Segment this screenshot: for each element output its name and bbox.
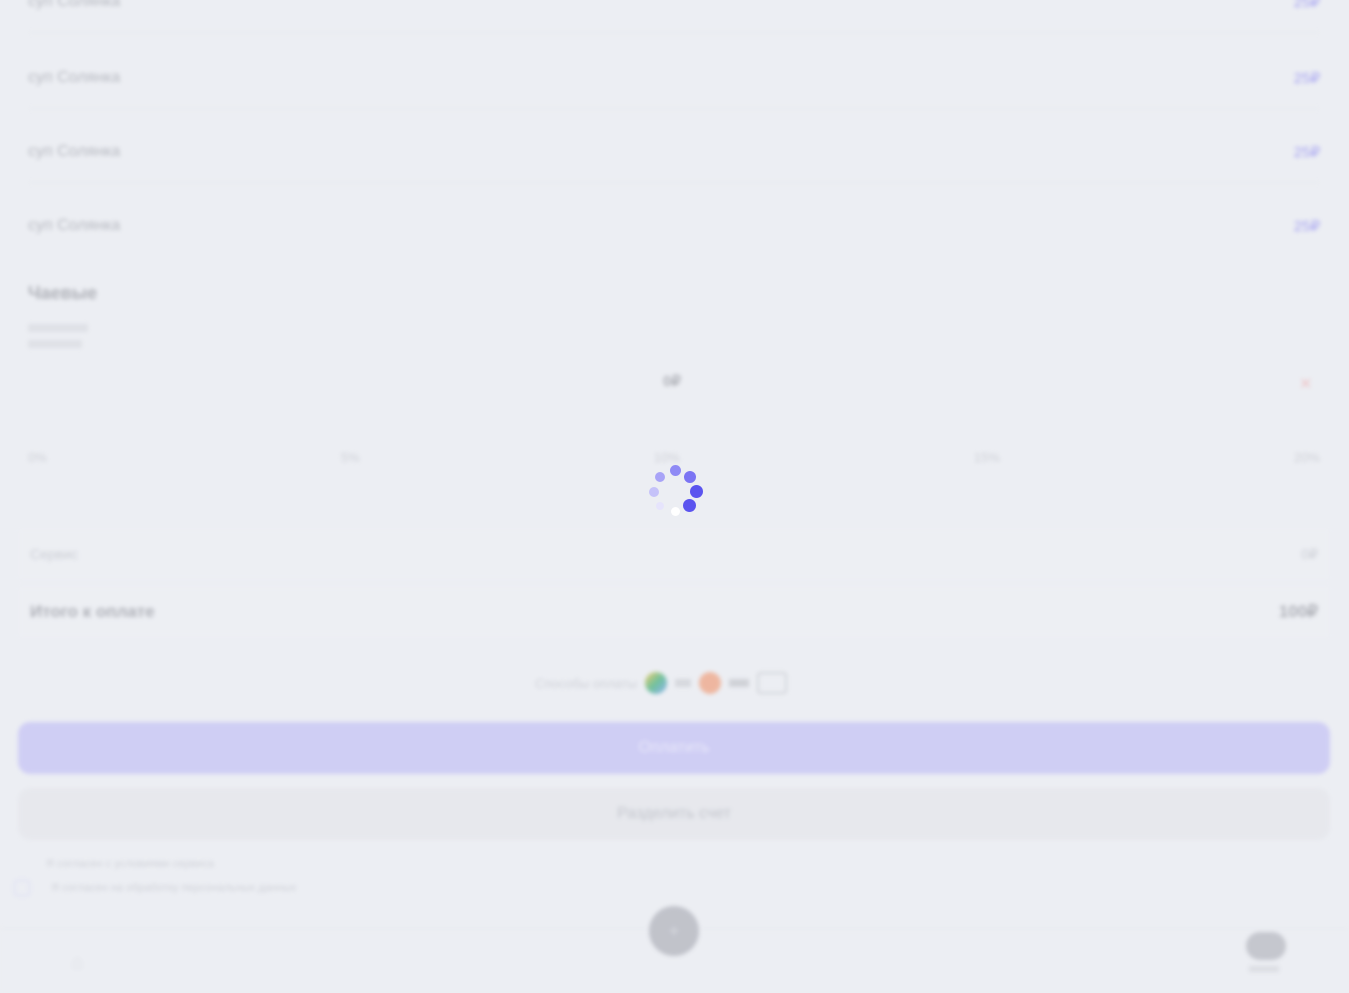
menu-item-name: суп Солянка	[28, 69, 121, 86]
menu-item-name: суп Солянка	[28, 0, 121, 10]
menu-item-row: суп Солянка 25₽	[28, 196, 1320, 256]
mir-text	[729, 679, 750, 687]
menu-item-name: суп Солянка	[28, 143, 121, 160]
service-row: Сервис 0₽	[18, 528, 1330, 580]
consent-line: Я согласен на обработку персональных дан…	[14, 876, 296, 900]
consent-block: Я согласен с условиями сервиса Я согласе…	[14, 852, 296, 900]
card-icon	[757, 672, 788, 694]
plus-icon[interactable]: +	[649, 906, 699, 956]
tip-option[interactable]: 20%	[1294, 450, 1320, 465]
tip-option[interactable]: 10%	[654, 450, 680, 465]
tip-options: 0% 5% 10% 15% 20%	[28, 450, 1320, 465]
menu-item-price: 25₽	[1293, 0, 1320, 11]
service-value: 0₽	[1301, 545, 1318, 562]
menu-item-row: суп Солянка 25₽	[28, 48, 1320, 109]
home-icon[interactable]: ⌂	[72, 952, 83, 973]
consent-text: Я согласен на обработку персональных дан…	[51, 882, 297, 894]
menu-item-row: суп Солянка 25₽	[28, 122, 1320, 183]
tip-option[interactable]: 0%	[28, 450, 47, 465]
consent-line: Я согласен с условиями сервиса	[46, 858, 214, 870]
service-label: Сервис	[30, 546, 78, 562]
mir-icon	[699, 672, 722, 694]
tip-current-value: 0₽	[663, 373, 681, 390]
menu-item-row: суп Солянка 25₽	[28, 0, 1320, 33]
total-label: Итого к оплате	[30, 602, 155, 621]
tips-description	[28, 324, 88, 348]
avatar-icon[interactable]	[1246, 932, 1286, 960]
split-bill-button[interactable]: Разделить счет	[18, 788, 1330, 840]
google-pay-icon	[645, 672, 668, 694]
payment-methods: Способы оплаты	[535, 672, 788, 694]
pay-button[interactable]: Оплатить	[18, 722, 1330, 774]
menu-item-name: суп Солянка	[28, 217, 121, 234]
total-value: 100₽	[1278, 602, 1318, 621]
tip-option[interactable]: 5%	[341, 450, 360, 465]
menu-item-price: 25₽	[1293, 70, 1320, 87]
google-pay-text	[675, 679, 692, 687]
total-row: Итого к оплате 100₽	[18, 586, 1330, 638]
avatar-label	[1249, 964, 1279, 975]
menu-item-price: 25₽	[1293, 218, 1320, 235]
loading-spinner	[645, 465, 703, 523]
tip-option[interactable]: 15%	[974, 450, 1000, 465]
menu-item-price: 25₽	[1293, 144, 1320, 161]
consent-checkbox[interactable]	[14, 880, 30, 897]
payment-methods-label: Способы оплаты	[535, 675, 638, 691]
tips-title: Чаевые	[28, 283, 98, 303]
close-icon[interactable]: ✕	[1299, 374, 1312, 394]
